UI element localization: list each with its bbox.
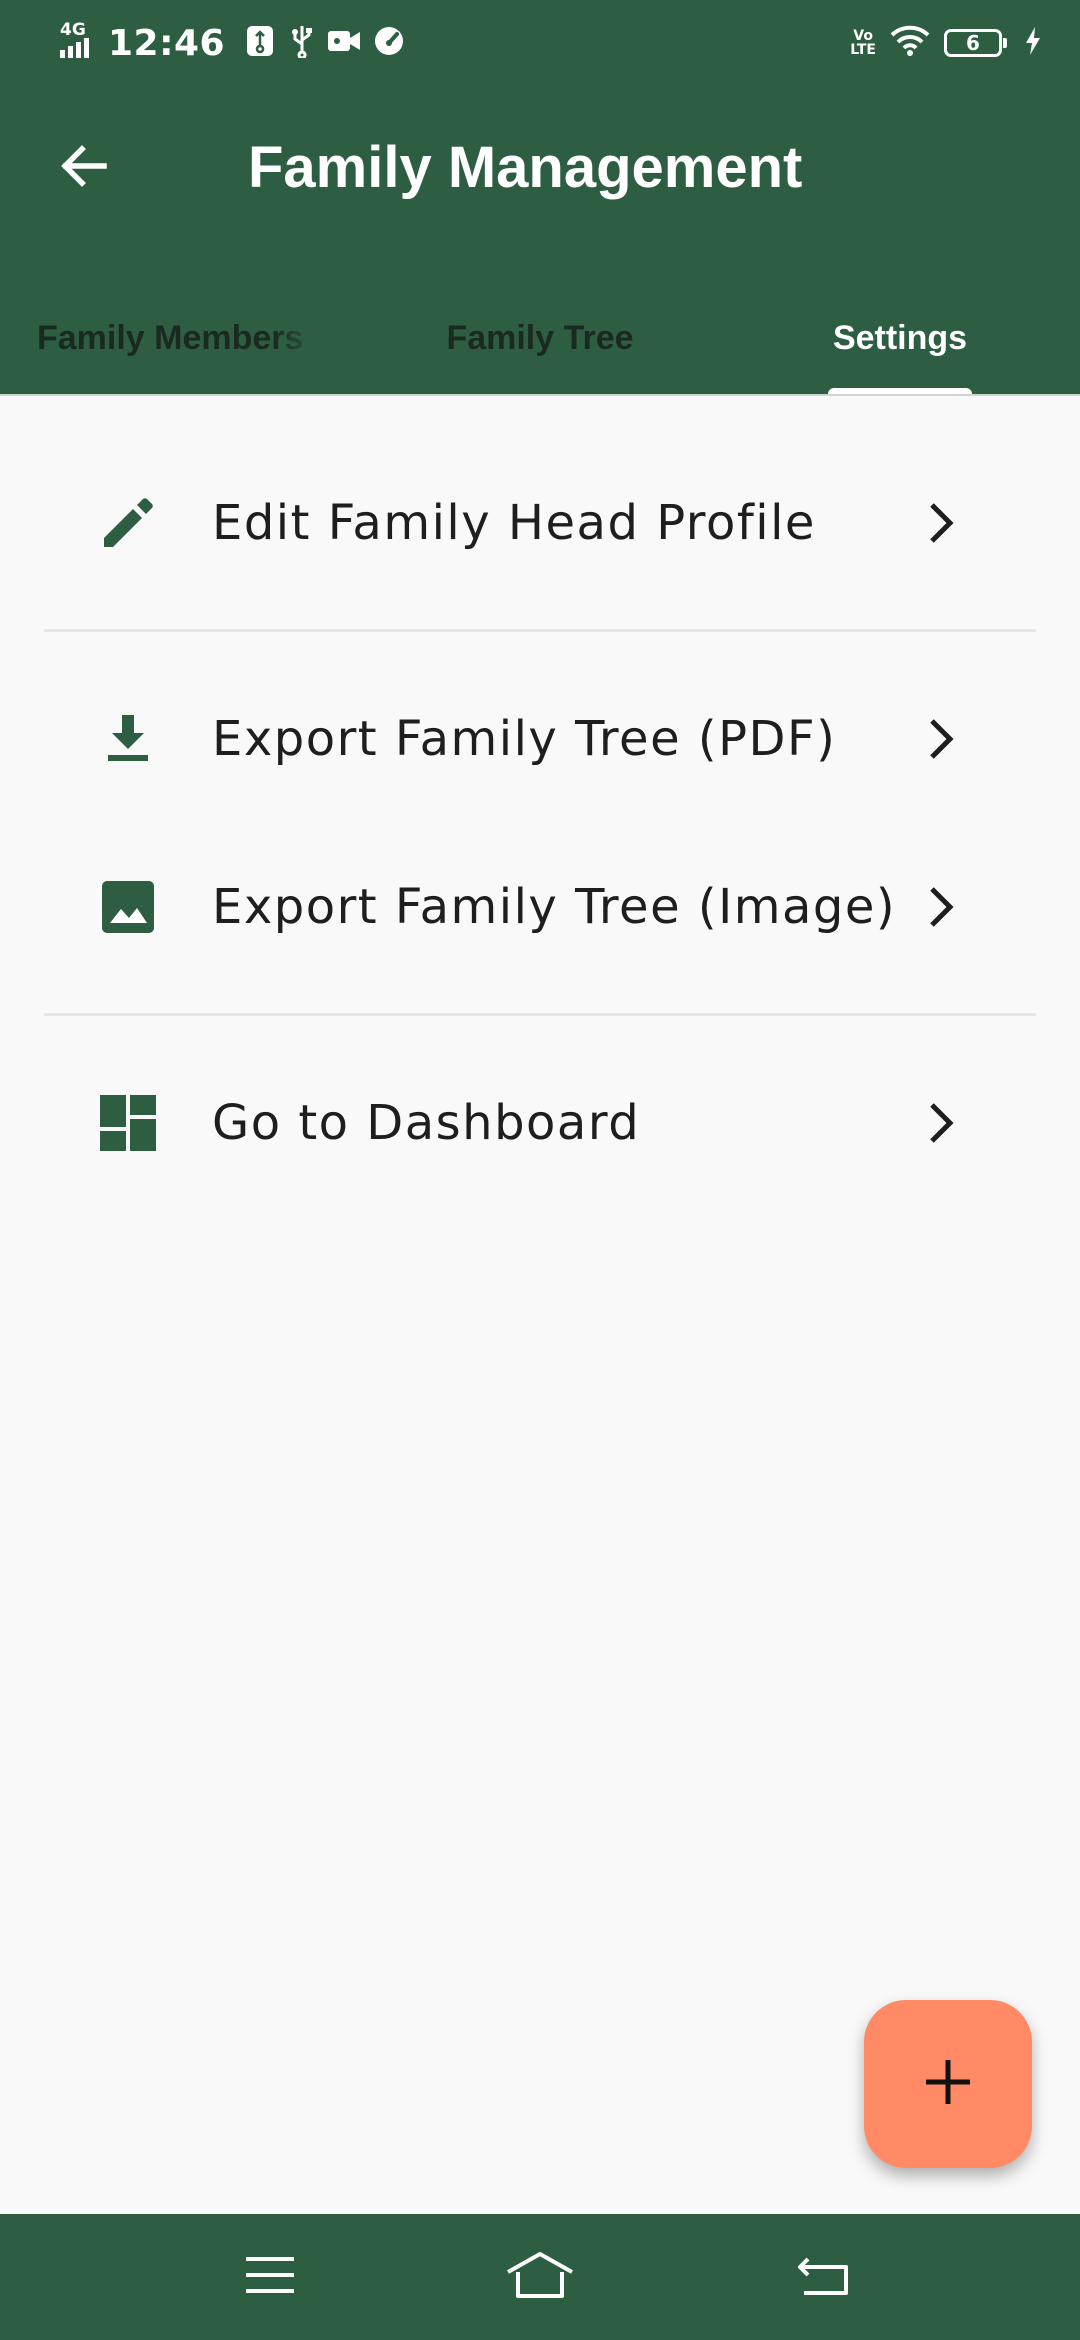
charging-icon — [1024, 26, 1042, 61]
volte-top: Vo — [853, 28, 873, 44]
back-button[interactable] — [40, 124, 128, 212]
arrow-back-icon — [56, 138, 112, 199]
divider — [44, 629, 1036, 632]
tab-label: Family Members — [37, 318, 304, 357]
back-nav-icon — [794, 2251, 854, 2304]
chevron-right-icon — [910, 493, 970, 553]
chevron-right-icon — [910, 1093, 970, 1153]
dashboard-icon — [92, 1087, 164, 1159]
menu-item-label: Export Family Tree (PDF) — [212, 711, 837, 767]
tab-label: Settings — [832, 318, 968, 357]
divider — [44, 1013, 1036, 1016]
download-icon — [92, 703, 164, 775]
export-family-tree-image-item[interactable]: Export Family Tree (Image) — [0, 832, 1080, 982]
volte-bottom: LTE — [850, 42, 876, 58]
page-title: Family Management — [248, 135, 803, 200]
app-bar: Family Management — [0, 84, 1080, 252]
chevron-right-icon — [910, 709, 970, 769]
app-header: 4G 12:46 Vo LTE 6 Family Management Fami… — [0, 0, 1080, 396]
system-nav-bar — [0, 2214, 1080, 2340]
go-to-dashboard-item[interactable]: Go to Dashboard — [0, 1048, 1080, 1198]
pencil-icon — [92, 487, 164, 559]
nav-menu-button[interactable] — [230, 2237, 310, 2317]
battery-level: 6 — [966, 31, 980, 55]
export-family-tree-pdf-item[interactable]: Export Family Tree (PDF) — [0, 664, 1080, 814]
usb-icon — [289, 24, 315, 63]
network-type: 4G — [60, 20, 86, 40]
plus-icon — [922, 2056, 974, 2113]
status-right: Vo LTE 6 — [850, 20, 1042, 66]
add-button[interactable] — [864, 2000, 1032, 2168]
status-bar: 4G 12:46 Vo LTE 6 — [0, 0, 1080, 84]
menu-item-label: Export Family Tree (Image) — [212, 879, 897, 935]
status-left: 4G 12:46 — [58, 18, 405, 68]
menu-item-label: Go to Dashboard — [212, 1095, 641, 1151]
menu-item-label: Edit Family Head Profile — [212, 495, 816, 551]
nav-home-button[interactable] — [500, 2237, 580, 2317]
mobile-signal-icon: 4G — [58, 20, 96, 62]
home-icon — [504, 2250, 576, 2305]
status-time: 12:46 — [108, 22, 226, 64]
tab-bar: Family Members Family Tree Settings — [0, 280, 1080, 396]
wifi-icon — [890, 25, 930, 62]
usb-settings-icon — [245, 24, 277, 63]
nav-back-button[interactable] — [784, 2237, 864, 2317]
tab-settings[interactable]: Settings — [720, 280, 1080, 396]
volte-icon: Vo LTE — [850, 29, 876, 57]
tab-family-members[interactable]: Family Members — [0, 280, 360, 396]
battery-icon: 6 — [944, 29, 1007, 57]
menu-icon — [242, 2253, 298, 2302]
chevron-right-icon — [910, 877, 970, 937]
speed-icon — [373, 25, 405, 62]
tab-label: Family Tree — [446, 318, 634, 357]
header-divider — [0, 394, 1080, 396]
image-icon — [92, 871, 164, 943]
video-record-icon — [327, 28, 361, 59]
edit-family-head-profile-item[interactable]: Edit Family Head Profile — [0, 448, 1080, 598]
tab-family-tree[interactable]: Family Tree — [360, 280, 720, 396]
